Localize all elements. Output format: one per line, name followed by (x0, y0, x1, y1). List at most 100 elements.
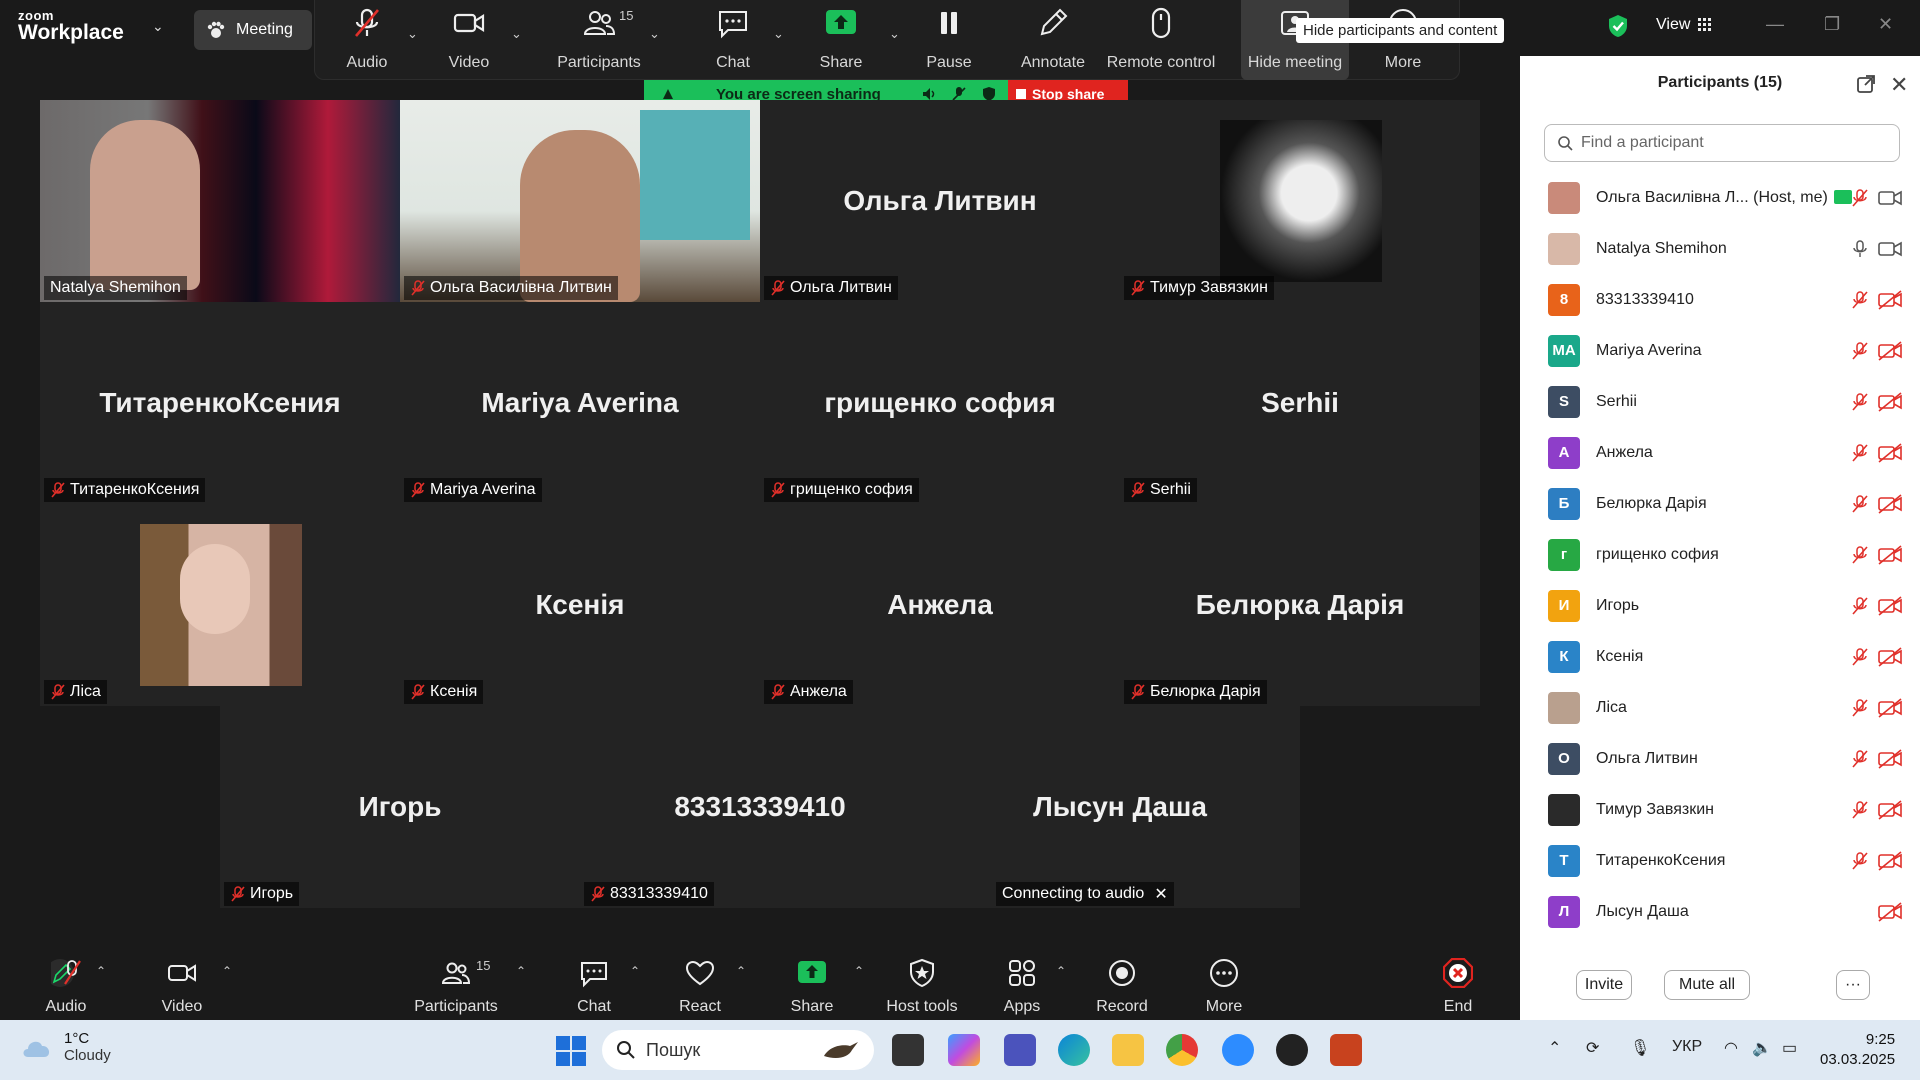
camera-off-icon[interactable] (1878, 544, 1902, 565)
participant-row[interactable]: А Анжела (1520, 427, 1920, 478)
participant-row[interactable]: г грищенко софия (1520, 529, 1920, 580)
react-button[interactable]: ⌃ React (650, 958, 750, 1016)
audio-button[interactable]: ⌃ Audio (16, 958, 116, 1016)
participant-row[interactable]: Л Лысун Даша (1520, 886, 1920, 937)
minimize-icon[interactable]: — (1766, 14, 1784, 35)
camera-off-icon[interactable] (1878, 391, 1902, 412)
chevron-down-icon[interactable]: ⌄ (511, 26, 522, 42)
restore-icon[interactable]: ❐ (1824, 14, 1840, 35)
panel-more-button[interactable]: ··· (1836, 970, 1870, 1000)
mic-off-icon[interactable] (1850, 596, 1870, 616)
teams-icon[interactable] (1004, 1034, 1036, 1066)
mic-off-icon[interactable] (1850, 290, 1870, 310)
participant-row[interactable]: Б Белюрка Дарія (1520, 478, 1920, 529)
chevron-up-icon[interactable]: ⌃ (630, 964, 640, 978)
chevron-down-icon[interactable]: ⌄ (649, 26, 660, 42)
media-player-icon[interactable] (1276, 1034, 1308, 1066)
close-icon[interactable]: ✕ (1154, 884, 1167, 904)
camera-off-icon[interactable] (1878, 646, 1902, 667)
share-video-button[interactable]: ⌄ Video (421, 6, 522, 72)
mute-all-button[interactable]: Mute all (1664, 970, 1750, 1000)
video-tile[interactable]: Natalya Shemihon (40, 100, 400, 302)
mic-off-icon[interactable] (1850, 545, 1870, 565)
chevron-up-icon[interactable]: ⌃ (736, 964, 746, 978)
participant-row[interactable]: S Serhii (1520, 376, 1920, 427)
language-indicator[interactable]: УКР (1672, 1038, 1702, 1056)
task-view-icon[interactable] (892, 1034, 924, 1066)
wifi-icon[interactable]: ◠ (1724, 1038, 1738, 1058)
camera-icon[interactable] (1878, 188, 1902, 208)
encryption-shield-icon[interactable] (1607, 14, 1629, 38)
edge-icon[interactable] (1058, 1034, 1090, 1066)
video-tile[interactable]: Ксенія Ксенія (400, 504, 760, 706)
participants-button[interactable]: 15 ⌃ Participants (406, 958, 526, 1016)
meeting-info-button[interactable]: Meeting (194, 10, 312, 50)
weather-widget[interactable]: 1°C Cloudy (20, 1030, 111, 1064)
video-tile[interactable]: Mariya Averina Mariya Averina (400, 302, 760, 504)
more-button[interactable]: More (1174, 958, 1274, 1016)
share-participants-button[interactable]: 15 ⌄ Participants (551, 6, 660, 72)
chevron-down-icon[interactable]: ⌄ (773, 26, 784, 42)
zoom-taskbar-icon[interactable] (1222, 1034, 1254, 1066)
video-tile[interactable]: Лысун Даша Connecting to audio ✕ (940, 706, 1300, 908)
windows-start-icon[interactable] (556, 1036, 586, 1066)
volume-icon[interactable]: 🔈 (1752, 1038, 1772, 1058)
participant-row[interactable]: Тимур Завязкин (1520, 784, 1920, 835)
video-tile[interactable]: Ольга Литвин Ольга Литвин (760, 100, 1120, 302)
chevron-down-icon[interactable]: ⌄ (152, 18, 164, 35)
annotate-button[interactable]: Annotate (1005, 6, 1101, 72)
video-tile[interactable]: Тимур Завязкин (1120, 100, 1480, 302)
mic-off-icon[interactable] (1850, 647, 1870, 667)
camera-off-icon[interactable] (1878, 748, 1902, 769)
video-tile[interactable]: Белюрка Дарія Белюрка Дарія (1120, 504, 1480, 706)
video-tile[interactable]: Serhii Serhii (1120, 302, 1480, 504)
mic-off-icon[interactable] (1850, 749, 1870, 769)
share-share-button[interactable]: ⌄ Share (793, 6, 900, 72)
camera-off-icon[interactable] (1878, 442, 1902, 463)
chevron-down-icon[interactable]: ⌄ (889, 26, 900, 42)
mic-off-icon[interactable] (1850, 494, 1870, 514)
taskbar-search-input[interactable]: Пошук (602, 1030, 874, 1070)
chevron-up-icon[interactable]: ⌃ (854, 964, 864, 978)
video-tile[interactable]: грищенко софия грищенко софия (760, 302, 1120, 504)
mic-off-icon[interactable] (1850, 851, 1870, 871)
chevron-up-icon[interactable]: ⌃ (516, 964, 526, 978)
camera-off-icon[interactable] (1878, 799, 1902, 820)
participant-row[interactable]: Т ТитаренкоКсения (1520, 835, 1920, 886)
camera-off-icon[interactable] (1878, 340, 1902, 361)
share-audio-button[interactable]: ⌄ Audio (319, 6, 418, 72)
close-window-icon[interactable]: ✕ (1878, 14, 1893, 35)
participant-row[interactable]: И Игорь (1520, 580, 1920, 631)
camera-off-icon[interactable] (1878, 289, 1902, 310)
camera-off-icon[interactable] (1878, 697, 1902, 718)
camera-off-icon[interactable] (1878, 493, 1902, 514)
chat-button[interactable]: ⌃ Chat (544, 958, 644, 1016)
video-tile[interactable]: Анжела Анжела (760, 504, 1120, 706)
share-button[interactable]: ⌃ Share (762, 958, 864, 1016)
chevron-up-icon[interactable]: ⌃ (222, 964, 232, 978)
mic-off-icon[interactable] (1850, 800, 1870, 820)
video-tile[interactable]: Ліса (40, 504, 400, 706)
file-explorer-icon[interactable] (1112, 1034, 1144, 1066)
remote-control-button[interactable]: Remote control (1107, 6, 1215, 72)
mic-off-icon[interactable] (1850, 698, 1870, 718)
chevron-down-icon[interactable]: ⌄ (407, 26, 418, 42)
copilot-icon[interactable] (948, 1034, 980, 1066)
participant-row[interactable]: 8 83313339410 (1520, 274, 1920, 325)
participant-row[interactable]: Ліса (1520, 682, 1920, 733)
powerpoint-icon[interactable] (1330, 1034, 1362, 1066)
chevron-up-icon[interactable]: ⌃ (1548, 1038, 1561, 1058)
video-button[interactable]: ⌃ Video (132, 958, 232, 1016)
participant-search-input[interactable]: Find a participant (1544, 124, 1900, 162)
participant-row[interactable]: Ольга Василівна Л... (Host, me) (1520, 172, 1920, 223)
video-tile[interactable]: Игорь Игорь (220, 706, 580, 908)
video-tile[interactable]: ТитаренкоКсения ТитаренкоКсения (40, 302, 400, 504)
invite-button[interactable]: Invite (1576, 970, 1632, 1000)
participant-row[interactable]: MA Mariya Averina (1520, 325, 1920, 376)
participant-row[interactable]: К Ксенія (1520, 631, 1920, 682)
video-tile[interactable]: 83313339410 83313339410 (580, 706, 940, 908)
mic-off-icon[interactable] (1850, 188, 1870, 208)
mic-off-icon[interactable] (1850, 341, 1870, 361)
sync-icon[interactable]: ⟳ (1586, 1038, 1599, 1058)
view-button[interactable]: View (1656, 16, 1712, 34)
